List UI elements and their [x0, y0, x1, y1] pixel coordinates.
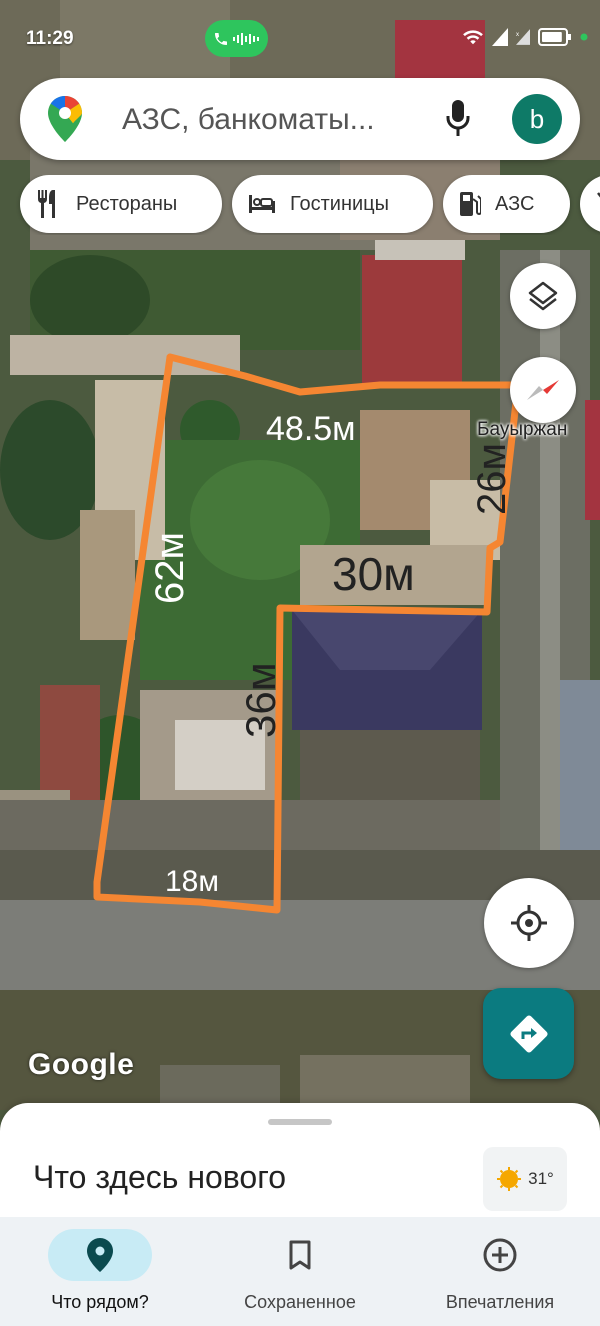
search-bar[interactable]: АЗС, банкоматы... b — [20, 78, 580, 160]
battery-icon — [538, 28, 571, 46]
google-attribution: Google — [28, 1048, 135, 1081]
nav-saved[interactable]: Сохраненное — [200, 1217, 400, 1326]
measurement-middle: 30м — [332, 548, 415, 600]
chip-label: Гостиницы — [290, 192, 389, 215]
nav-explore[interactable]: Что рядом? — [0, 1217, 200, 1326]
bookmark-icon — [289, 1240, 311, 1270]
chip-label: АЗС — [495, 192, 535, 215]
gas-station-icon — [460, 192, 481, 216]
layers-icon — [528, 281, 558, 311]
status-time: 11:29 — [26, 28, 74, 49]
microphone-icon[interactable] — [446, 100, 470, 138]
chip-restaurants[interactable]: Рестораны — [20, 175, 222, 233]
layers-button[interactable] — [510, 263, 576, 329]
chip-label: Рестораны — [76, 192, 178, 215]
chip-gas-stations[interactable]: АЗС — [443, 175, 570, 233]
hotel-icon — [249, 195, 275, 213]
sheet-drag-handle[interactable] — [268, 1119, 332, 1125]
chip-more[interactable] — [580, 175, 600, 233]
account-avatar[interactable]: b — [512, 94, 562, 144]
nav-icon-container — [48, 1229, 152, 1281]
measurement-right: 26м — [470, 443, 514, 515]
chip-hotels[interactable]: Гостиницы — [232, 175, 433, 233]
crosshair-icon — [511, 905, 547, 941]
nav-label: Впечатления — [445, 1292, 555, 1312]
more-category-icon — [597, 192, 600, 198]
ongoing-call-indicator[interactable] — [205, 20, 268, 57]
directions-icon — [509, 1014, 548, 1053]
measurement-top: 48.5м — [266, 410, 356, 448]
measurement-left: 62м — [148, 532, 192, 604]
measurement-inner: 36м — [237, 662, 284, 738]
street-label: Бауыржан — [477, 419, 568, 440]
my-location-button[interactable] — [484, 878, 574, 968]
explore-pin-icon — [87, 1238, 113, 1272]
bottom-navigation: Что рядом? Сохраненное Впечатления — [0, 1217, 600, 1326]
temperature: 31° — [528, 1169, 554, 1188]
svg-text:x: x — [516, 31, 519, 38]
wifi-icon — [463, 30, 483, 45]
charging-dot-icon — [580, 33, 588, 41]
google-maps-pin-icon — [48, 96, 82, 142]
sheet-title: Что здесь нового — [33, 1159, 286, 1195]
search-input[interactable]: АЗС, банкоматы... — [122, 103, 375, 137]
directions-button[interactable] — [483, 988, 574, 1079]
phone-icon — [214, 32, 227, 45]
status-icons: x — [462, 28, 588, 46]
nav-label: Что рядом? — [51, 1292, 149, 1312]
compass-button[interactable] — [510, 357, 576, 423]
signal-icon — [492, 28, 508, 46]
signal-secondary-icon: x — [516, 29, 530, 45]
restaurant-icon — [37, 190, 55, 218]
sun-icon — [497, 1167, 522, 1191]
audio-wave-icon — [232, 32, 259, 45]
nav-contribute[interactable]: Впечатления — [400, 1217, 600, 1326]
status-bar: 11:29 x — [0, 0, 600, 80]
measurement-bottom: 18м — [165, 865, 219, 898]
add-circle-icon — [483, 1238, 517, 1272]
bottom-sheet[interactable]: Что здесь нового 31° — [0, 1103, 600, 1233]
category-chips: Рестораны Гостиницы АЗС — [0, 175, 600, 235]
compass-icon — [527, 380, 559, 400]
weather-chip[interactable]: 31° — [483, 1147, 567, 1211]
nav-label: Сохраненное — [244, 1292, 356, 1312]
nav-icon-container — [448, 1229, 552, 1281]
nav-icon-container — [248, 1229, 352, 1281]
